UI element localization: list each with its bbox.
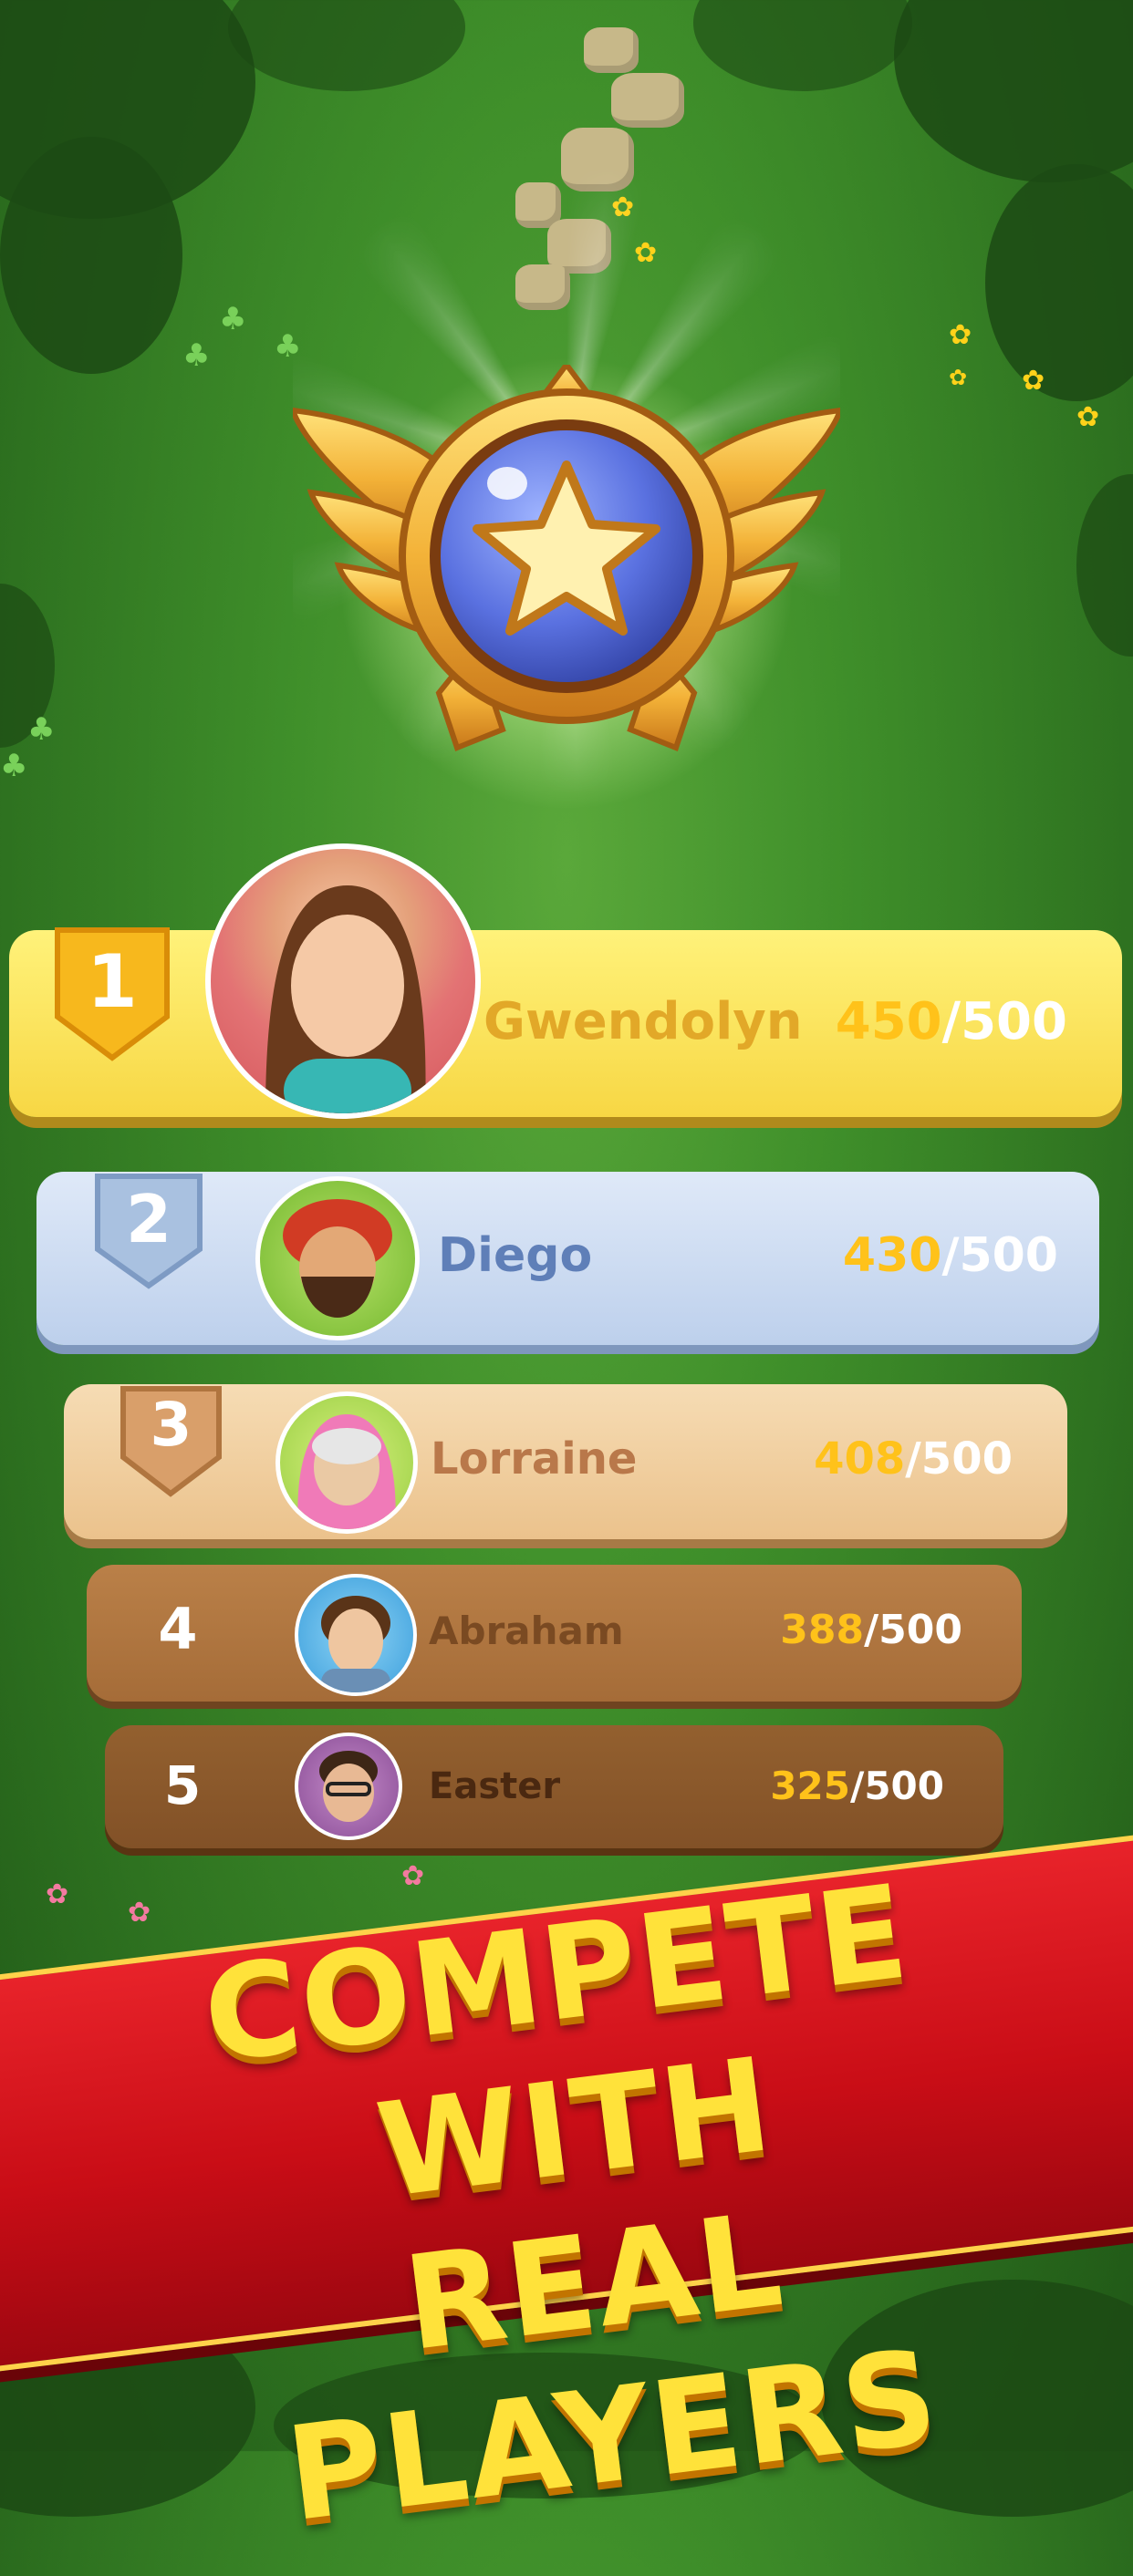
leaderboard-row[interactable]: 4 Abraham 388/500 bbox=[87, 1565, 1022, 1702]
leaderboard-row[interactable]: 5 Easter 325/500 bbox=[105, 1725, 1003, 1848]
player-score: 430/500 bbox=[842, 1228, 1058, 1283]
rank-number: 3 bbox=[150, 1390, 192, 1460]
star-badge-icon bbox=[288, 360, 845, 784]
avatar bbox=[295, 1733, 402, 1840]
player-name: Gwendolyn bbox=[483, 992, 803, 1051]
player-name: Easter bbox=[429, 1765, 561, 1807]
avatar bbox=[205, 843, 481, 1119]
player-score: 408/500 bbox=[814, 1433, 1013, 1485]
avatar bbox=[295, 1574, 417, 1696]
rank-number: 2 bbox=[125, 1181, 172, 1257]
player-score: 325/500 bbox=[770, 1764, 944, 1808]
player-score: 388/500 bbox=[780, 1607, 962, 1653]
rank-number: 5 bbox=[163, 1754, 202, 1816]
avatar bbox=[275, 1391, 418, 1534]
player-name: Abraham bbox=[429, 1609, 624, 1653]
player-score: 450/500 bbox=[835, 992, 1067, 1051]
leaderboard-row[interactable]: 1 Gwendolyn 450/500 bbox=[9, 843, 1122, 1119]
player-name: Lorraine bbox=[431, 1433, 638, 1485]
leaderboard-row[interactable]: 3 Lorraine 408/500 bbox=[64, 1384, 1067, 1539]
rank-number: 4 bbox=[158, 1596, 198, 1662]
rank-number: 1 bbox=[87, 939, 138, 1024]
avatar bbox=[255, 1176, 420, 1340]
leaderboard-row[interactable]: 2 Diego 430/500 bbox=[36, 1172, 1099, 1345]
player-name: Diego bbox=[438, 1228, 593, 1283]
banner-headline: COMPETE WITH REAL PLAYERS bbox=[36, 1836, 1106, 2550]
